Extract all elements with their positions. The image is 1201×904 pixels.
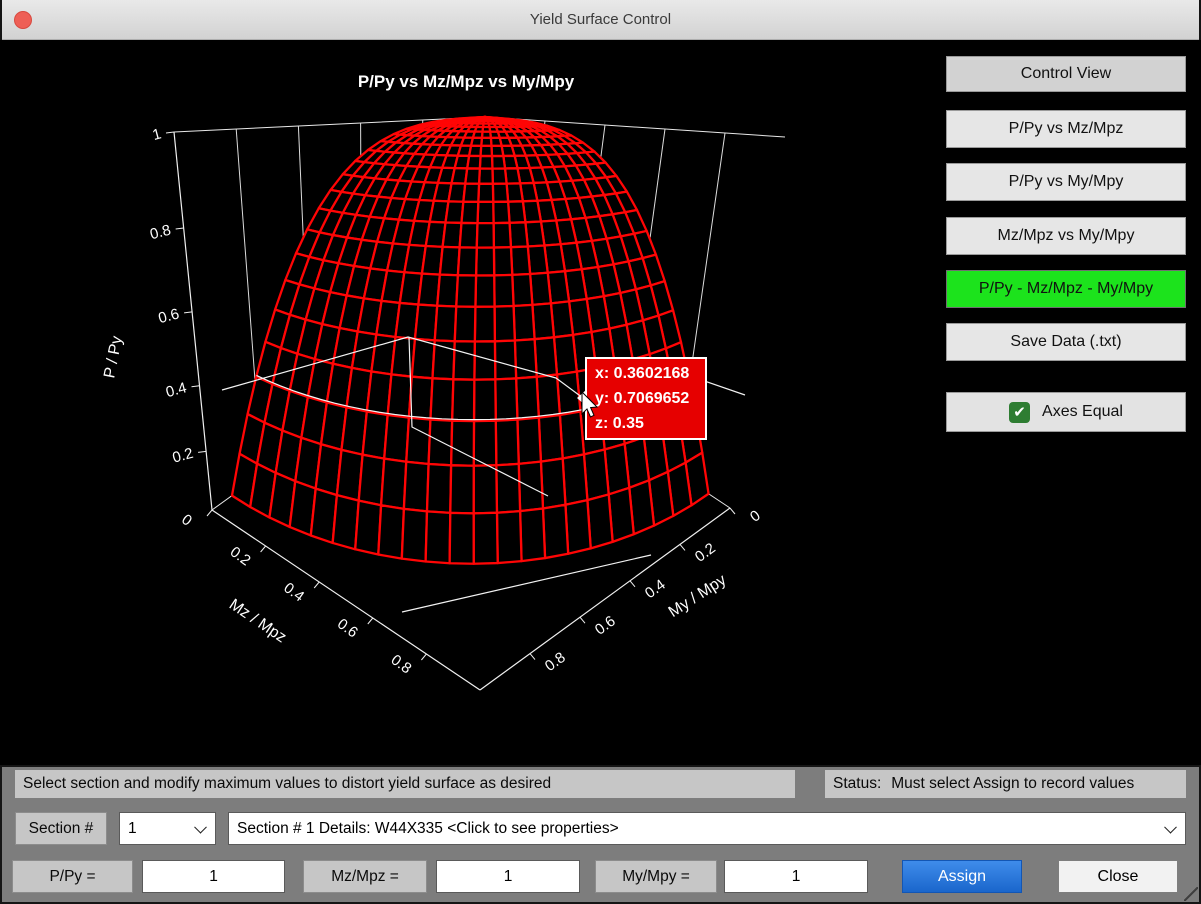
status-label: Status: [833,775,881,793]
plot-area: 0.2 0.4 0.6 0.8 1 0 0.2 0.4 0.6 0.8 0 0.2 0.4 0.6 0.8 M… [0,40,1201,765]
svg-text:0.2: 0.2 [692,540,719,566]
svg-text:0.2: 0.2 [227,543,254,569]
resize-grip[interactable] [1184,887,1198,901]
section-details-dropdown[interactable]: Section # 1 Details: W44X335 <Click to s… [228,812,1186,845]
mz-mpz-label: Mz/Mpz = [303,860,427,893]
control-panel: Select section and modify maximum values… [0,765,1201,904]
status-bar: Status: Must select Assign to record val… [825,770,1186,798]
svg-text:Mz / Mpz: Mz / Mpz [226,596,289,646]
view-p-mz-button[interactable]: P/Py vs Mz/Mpz [946,110,1186,148]
svg-text:0: 0 [178,511,195,530]
chevron-down-icon [194,820,207,833]
window-title: Yield Surface Control [530,11,671,28]
svg-text:0.6: 0.6 [334,615,361,641]
svg-text:My / Mpy: My / Mpy [666,571,730,621]
svg-text:0.2: 0.2 [171,445,196,467]
svg-text:0.8: 0.8 [388,651,415,677]
plot-title: P/Py vs Mz/Mpz vs My/Mpy [358,72,574,92]
svg-text:0.4: 0.4 [164,379,189,401]
chevron-down-icon [1164,820,1177,833]
axes-equal-label: Axes Equal [1042,403,1123,421]
svg-text:1: 1 [151,125,163,144]
control-view-button[interactable]: Control View [946,56,1186,92]
svg-text:0.4: 0.4 [642,576,669,602]
section-details-value: Section # 1 Details: W44X335 <Click to s… [237,820,619,838]
view-p-my-button[interactable]: P/Py vs My/Mpy [946,163,1186,201]
close-window-icon[interactable] [14,11,32,29]
svg-text:0.6: 0.6 [157,305,182,327]
my-mpy-input[interactable] [724,860,868,893]
svg-text:0: 0 [747,507,764,526]
svg-text:0.4: 0.4 [280,579,307,605]
svg-text:0.8: 0.8 [148,221,173,243]
tooltip-y-value: y: 0.7069652 [595,386,705,411]
assign-button[interactable]: Assign [902,860,1022,893]
tooltip-x-value: x: 0.3602168 [595,361,705,386]
mz-mpz-input[interactable] [436,860,580,893]
save-data-button[interactable]: Save Data (.txt) [946,323,1186,361]
svg-text:0.8: 0.8 [542,649,569,675]
yield-surface-window: Yield Surface Control 0.20.40.60.8100.20… [0,0,1201,904]
data-tooltip: x: 0.3602168 y: 0.7069652 z: 0.35 [585,357,707,440]
svg-text:P / Py: P / Py [101,335,126,380]
p-py-label: P/Py = [12,860,133,893]
view-3d-button[interactable]: P/Py - Mz/Mpz - My/Mpy [946,270,1186,308]
my-mpy-label: My/Mpy = [595,860,717,893]
section-number-dropdown[interactable]: 1 [119,812,216,845]
instruction-text: Select section and modify maximum values… [15,770,795,798]
p-py-input[interactable] [142,860,285,893]
section-number-value: 1 [128,820,137,838]
yield-surface-3d-plot[interactable]: 0.2 0.4 0.6 0.8 1 0 0.2 0.4 0.6 0.8 0 0.2 0.4 0.6 0.8 M… [0,40,945,765]
axes-equal-checkbox[interactable]: ✔ [1009,402,1030,423]
view-mz-my-button[interactable]: Mz/Mpz vs My/Mpy [946,217,1186,255]
close-button[interactable]: Close [1058,860,1178,893]
axes-equal-control: ✔ Axes Equal [946,392,1186,432]
tooltip-z-value: z: 0.35 [595,411,705,436]
title-bar: Yield Surface Control [2,0,1199,40]
svg-text:0.6: 0.6 [592,613,619,639]
section-number-label: Section # [15,812,107,845]
status-message: Must select Assign to record values [891,775,1134,793]
mouse-cursor-icon [574,390,600,420]
